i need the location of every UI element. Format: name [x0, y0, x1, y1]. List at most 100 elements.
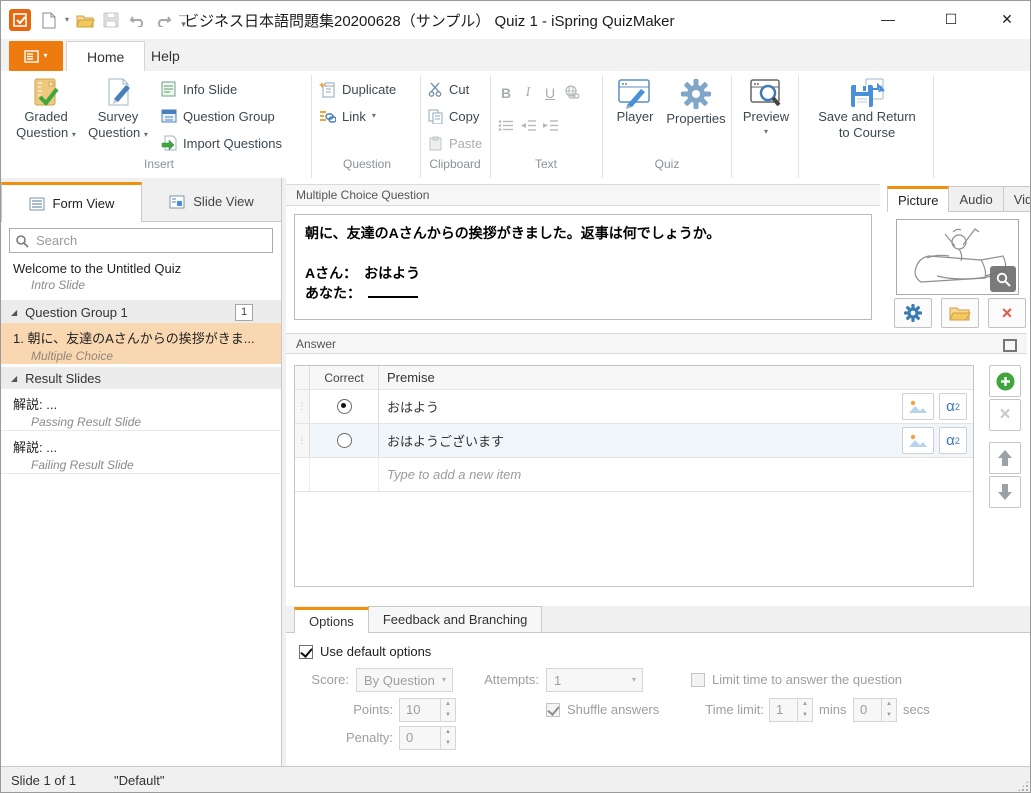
new-answer-row[interactable]: Type to add a new item	[295, 458, 973, 492]
expand-triangle-icon[interactable]: ◢	[11, 308, 17, 317]
search-box[interactable]	[9, 228, 273, 253]
redo-icon[interactable]	[153, 10, 173, 30]
picture-tab[interactable]: Picture	[887, 186, 949, 212]
player-button[interactable]: Player	[607, 77, 663, 125]
question-picture-thumbnail[interactable]	[896, 219, 1019, 295]
paste-button[interactable]: Paste	[428, 131, 482, 155]
text-list-row	[495, 119, 561, 135]
slide-view-tab[interactable]: Slide View	[142, 182, 281, 222]
spin-up-icon[interactable]: ▲	[798, 699, 812, 710]
intro-slide-type: Intro Slide	[31, 278, 273, 292]
maximize-button[interactable]: ☐	[934, 7, 968, 31]
answer-image-button[interactable]	[902, 393, 934, 420]
correct-radio-unselected[interactable]	[337, 433, 352, 448]
passing-result-item[interactable]: 解説: ... Passing Result Slide	[1, 389, 281, 431]
properties-button[interactable]: Properties	[665, 77, 727, 127]
failing-result-item[interactable]: 解説: ... Failing Result Slide	[1, 432, 281, 474]
delete-answer-button[interactable]: ×	[989, 399, 1021, 431]
time-secs-spinner[interactable]: 0 ▲▼	[853, 698, 897, 722]
picture-remove-button[interactable]: ×	[988, 298, 1026, 328]
answer-row-1[interactable]: ⋮ おはよう α2	[295, 390, 973, 424]
spin-up-icon[interactable]: ▲	[441, 727, 455, 738]
spin-up-icon[interactable]: ▲	[882, 699, 896, 710]
close-button[interactable]: ✕	[990, 7, 1024, 31]
shuffle-answers-field[interactable]: Shuffle answers	[546, 702, 659, 717]
intro-slide-item[interactable]: Welcome to the Untitled Quiz Intro Slide	[1, 256, 281, 301]
undo-icon[interactable]	[127, 10, 147, 30]
use-default-options-field[interactable]: Use default options	[299, 644, 431, 659]
answer-row-2[interactable]: ⋮ おはようございます α2	[295, 424, 973, 458]
app-menu-button[interactable]: ▾	[9, 41, 63, 71]
attempts-dropdown[interactable]: 1▾	[546, 668, 643, 692]
underline-button[interactable]: U	[539, 85, 561, 103]
drag-handle-icon[interactable]: ⋮	[295, 424, 310, 457]
increase-indent-button[interactable]	[539, 119, 561, 135]
answer-image-button[interactable]	[902, 427, 934, 454]
spin-down-icon[interactable]: ▼	[441, 710, 455, 721]
survey-question-button[interactable]: Survey Question ▾	[85, 77, 151, 141]
copy-button[interactable]: Copy	[428, 104, 479, 128]
bold-button[interactable]: B	[495, 85, 517, 103]
limit-time-field[interactable]: Limit time to answer the question	[691, 672, 902, 687]
audio-tab[interactable]: Audio	[949, 186, 1003, 212]
resize-grip[interactable]	[1018, 781, 1028, 791]
options-tab[interactable]: Options	[294, 607, 369, 633]
use-default-checkbox[interactable]	[299, 645, 313, 659]
move-up-button[interactable]	[989, 442, 1021, 474]
move-down-button[interactable]	[989, 476, 1021, 508]
picture-zoom-button[interactable]	[990, 266, 1016, 292]
bullet-list-button[interactable]	[495, 119, 517, 135]
video-tab[interactable]: Video	[1004, 186, 1031, 212]
save-icon[interactable]	[101, 10, 121, 30]
hyperlink-button[interactable]	[561, 85, 583, 103]
shuffle-answers-checkbox[interactable]	[546, 703, 560, 717]
form-view-tab[interactable]: Form View	[1, 182, 142, 222]
dropdown-caret-icon: ▾	[442, 676, 446, 684]
answer-equation-button[interactable]: α2	[939, 427, 967, 454]
score-dropdown[interactable]: By Question▾	[356, 668, 453, 692]
question-item-type: Multiple Choice	[31, 349, 273, 363]
new-file-icon[interactable]	[39, 10, 59, 30]
question-group-button[interactable]: Question Group	[161, 104, 275, 128]
expand-triangle-icon[interactable]: ◢	[11, 374, 17, 383]
question-text-editor[interactable]: 朝に、友達のAさんからの挨拶がきました。返事は何でしょうか。 Aさん： おはよう…	[294, 214, 872, 320]
failing-result-type: Failing Result Slide	[31, 458, 273, 472]
open-file-icon[interactable]	[75, 10, 95, 30]
expand-answer-icon[interactable]	[1003, 339, 1017, 352]
tab-help[interactable]: Help	[131, 41, 200, 71]
search-input[interactable]	[34, 232, 272, 249]
picture-browse-button[interactable]	[941, 298, 979, 328]
limit-time-checkbox[interactable]	[691, 673, 705, 687]
picture-settings-button[interactable]	[894, 298, 932, 328]
correct-radio-selected[interactable]	[337, 399, 352, 414]
spin-down-icon[interactable]: ▼	[798, 710, 812, 721]
time-mins-spinner[interactable]: 1 ▲▼	[769, 698, 813, 722]
import-questions-button[interactable]: Import Questions	[161, 131, 282, 155]
spin-down-icon[interactable]: ▼	[441, 738, 455, 749]
limit-time-label: Limit time to answer the question	[712, 672, 902, 687]
save-return-button[interactable]: Save and Return to Course	[803, 77, 931, 141]
points-spinner[interactable]: 10 ▲▼	[399, 698, 456, 722]
question-group-header[interactable]: ◢ Question Group 1 1	[1, 301, 281, 323]
spin-up-icon[interactable]: ▲	[441, 699, 455, 710]
form-view-icon	[29, 197, 45, 211]
preview-button[interactable]: Preview ▾	[736, 77, 796, 136]
graded-question-button[interactable]: Graded Question ▾	[13, 77, 79, 141]
cut-button[interactable]: Cut	[428, 77, 469, 101]
penalty-spinner[interactable]: 0 ▲▼	[399, 726, 456, 750]
result-slides-header[interactable]: ◢ Result Slides	[1, 367, 281, 389]
new-file-caret-icon[interactable]: ▾	[65, 16, 69, 24]
link-button[interactable]: Link ▾	[319, 104, 376, 128]
drag-handle-icon[interactable]: ⋮	[295, 390, 310, 423]
question-item-selected[interactable]: 1. 朝に、友達のAさんからの挨拶がきま... Multiple Choice	[1, 323, 281, 364]
time-limit-label: Time limit:	[691, 698, 764, 722]
add-answer-button[interactable]	[989, 365, 1021, 397]
decrease-indent-button[interactable]	[517, 119, 539, 135]
spin-down-icon[interactable]: ▼	[882, 710, 896, 721]
duplicate-button[interactable]: Duplicate	[319, 77, 396, 101]
answer-equation-button[interactable]: α2	[939, 393, 967, 420]
minimize-button[interactable]: —	[871, 7, 905, 31]
info-slide-button[interactable]: Info Slide	[161, 77, 237, 101]
italic-button[interactable]: I	[517, 85, 539, 103]
feedback-branching-tab[interactable]: Feedback and Branching	[368, 606, 543, 632]
